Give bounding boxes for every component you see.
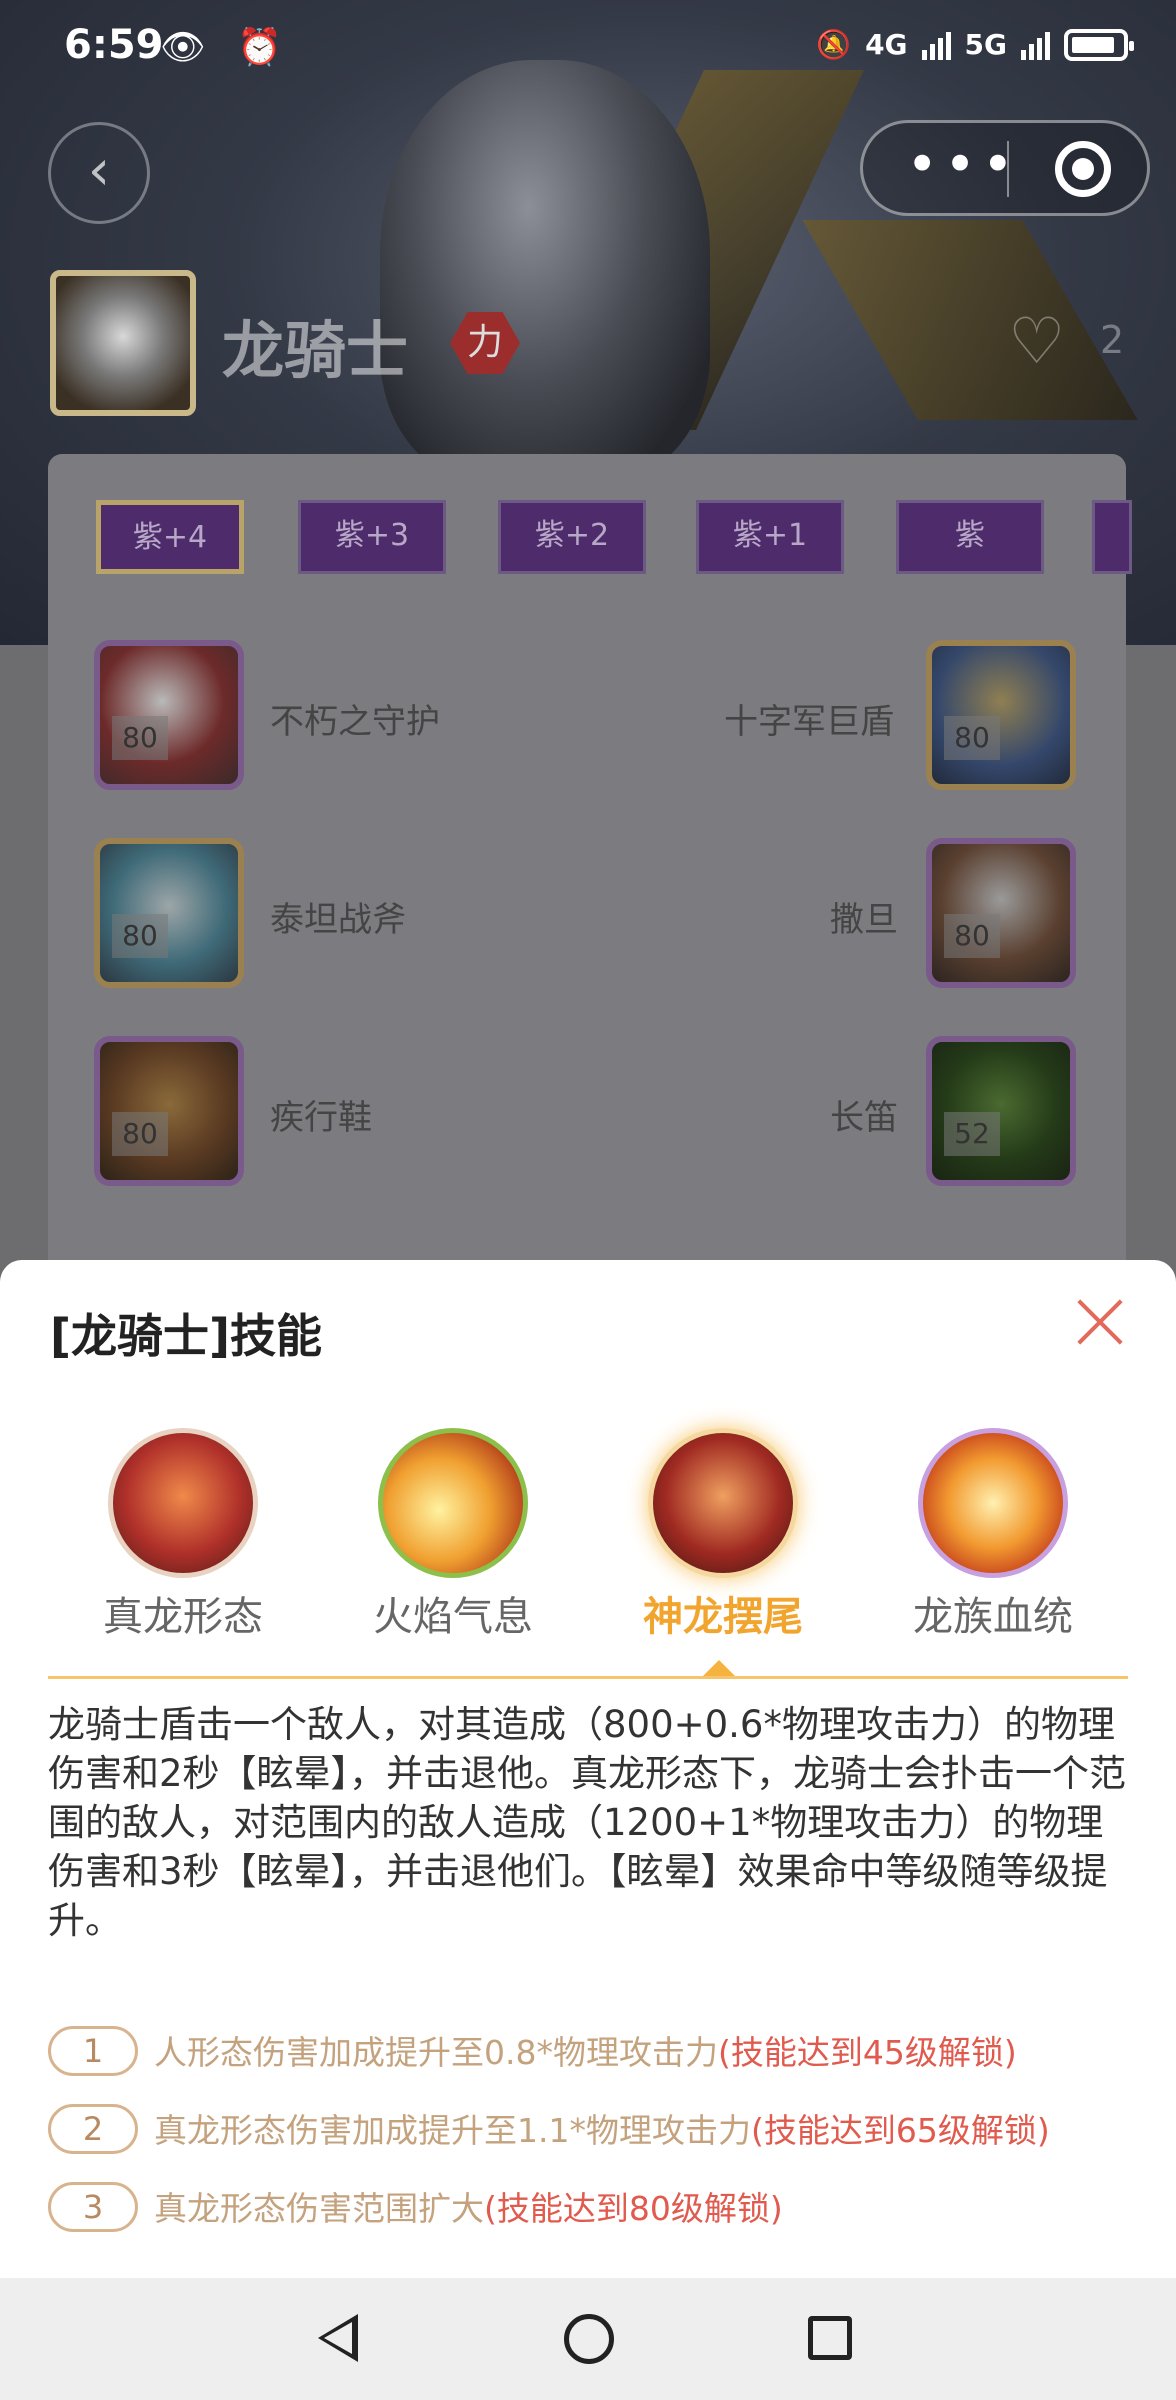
unlock-row: 1 人形态伤害加成提升至0.8*物理攻击力(技能达到45级解锁) <box>48 2020 1148 2076</box>
sheet-title: [龙骑士]技能 <box>50 1309 323 1363</box>
skill-bottom-sheet: [龙骑士]技能 真龙形态 火焰气息 神龙摆尾 龙族血统 龙骑士盾击一个敌人，对其… <box>0 1260 1176 2278</box>
skill-tab-true-dragon[interactable]: 真龙形态 <box>68 1428 298 1640</box>
grade-tab[interactable]: 紫+4 <box>96 500 244 574</box>
miniprogram-capsule: ••• <box>860 120 1150 216</box>
skill-description: 龙骑士盾击一个敌人，对其造成（800+0.6*物理攻击力）的物理伤害和2秒【眩晕… <box>48 1703 1127 1942</box>
hero-art-wing <box>802 220 1138 420</box>
battery-icon <box>1064 28 1134 61</box>
capsule-divider <box>1007 141 1009 197</box>
skill-tab-dragon-blood[interactable]: 龙族血统 <box>878 1428 1108 1640</box>
unlock-effect: 真龙形态伤害范围扩大 <box>154 2189 484 2228</box>
equipment-level: 80 <box>944 914 1000 958</box>
grade-tab[interactable]: 紫 <box>896 500 1044 574</box>
square-recent-icon[interactable] <box>808 2316 852 2360</box>
unlock-row: 3 真龙形态伤害范围扩大(技能达到80级解锁) <box>48 2176 1148 2232</box>
skill-tabs-divider <box>48 1676 1128 1679</box>
grade-tab[interactable]: 紫+2 <box>498 500 646 574</box>
equipment-name: 不朽之守护 <box>270 702 440 742</box>
equipment-name: 长笛 <box>830 1098 898 1138</box>
unlock-text: 真龙形态伤害加成提升至1.1*物理攻击力(技能达到65级解锁) <box>154 2104 1050 2152</box>
skill-tab-dragon-tail[interactable]: 神龙摆尾 <box>608 1428 838 1640</box>
network-5g-label: 5G <box>964 28 1007 61</box>
unlock-text: 人形态伤害加成提升至0.8*物理攻击力(技能达到45级解锁) <box>154 2026 1017 2074</box>
unlock-requirement: (技能达到45级解锁) <box>717 2033 1017 2072</box>
mute-bell-icon: 🔕 <box>816 28 852 61</box>
unlock-effect: 人形态伤害加成提升至0.8*物理攻击力 <box>154 2033 718 2072</box>
close-icon[interactable] <box>1074 1296 1126 1348</box>
system-nav-bar <box>0 2278 1176 2400</box>
status-time: 6:59 <box>64 22 164 68</box>
equipment-name: 十字军巨盾 <box>724 702 894 742</box>
signal-icon <box>1021 30 1050 60</box>
equipment-level: 80 <box>944 716 1000 760</box>
hero-avatar <box>50 270 196 416</box>
status-eye-alarm-icon: 👁 ⏰ <box>160 27 292 68</box>
unlock-requirement: (技能达到65级解锁) <box>750 2111 1050 2150</box>
circle-home-icon[interactable] <box>564 2314 614 2364</box>
grade-tab[interactable]: 紫+3 <box>298 500 446 574</box>
equipment-name: 泰坦战斧 <box>270 900 406 940</box>
more-dots-icon[interactable]: ••• <box>903 123 1023 213</box>
equipment-level: 80 <box>112 914 168 958</box>
back-button[interactable]: ‹ <box>48 122 150 224</box>
equipment-icon[interactable]: 80 <box>926 640 1076 790</box>
unlock-text: 真龙形态伤害范围扩大(技能达到80级解锁) <box>154 2182 783 2230</box>
active-tab-pointer <box>703 1660 735 1676</box>
dragon-blood-icon <box>918 1428 1068 1578</box>
unlock-number: 3 <box>48 2182 138 2232</box>
equipment-level: 52 <box>944 1112 1000 1156</box>
target-icon[interactable] <box>1055 141 1111 197</box>
equipment-icon[interactable]: 80 <box>94 1036 244 1186</box>
grade-tabs: 紫+4 紫+3 紫+2 紫+1 紫 <box>50 500 1176 574</box>
grade-tab-partial[interactable] <box>1092 500 1132 574</box>
triangle-back-icon[interactable] <box>318 2314 358 2362</box>
equipment-level: 80 <box>112 716 168 760</box>
dragon-form-icon <box>108 1428 258 1578</box>
hero-art-figure <box>380 60 710 480</box>
equipment-name: 撒旦 <box>830 900 898 940</box>
unlock-number: 2 <box>48 2104 138 2154</box>
unlock-row: 2 真龙形态伤害加成提升至1.1*物理攻击力(技能达到65级解锁) <box>48 2098 1148 2154</box>
equipment-name: 疾行鞋 <box>270 1098 372 1138</box>
status-right-icons: 🔕 4G 5G <box>816 28 1134 61</box>
like-count: 2 <box>1100 318 1125 362</box>
equipment-level: 80 <box>112 1112 168 1156</box>
skill-label: 神龙摆尾 <box>643 1594 803 1640</box>
unlock-number: 1 <box>48 2026 138 2076</box>
unlock-effect: 真龙形态伤害加成提升至1.1*物理攻击力 <box>154 2111 751 2150</box>
status-bar: 6:59 👁 ⏰ 🔕 4G 5G <box>0 0 1176 100</box>
grade-tab[interactable]: 紫+1 <box>696 500 844 574</box>
equipment-icon[interactable]: 80 <box>94 838 244 988</box>
skill-label: 龙族血统 <box>913 1594 1073 1640</box>
equipment-icon[interactable]: 80 <box>926 838 1076 988</box>
equipment-icon[interactable]: 80 <box>94 640 244 790</box>
skill-label: 火焰气息 <box>373 1594 533 1640</box>
skill-label: 真龙形态 <box>103 1594 263 1640</box>
skill-tab-fire-breath[interactable]: 火焰气息 <box>338 1428 568 1640</box>
dragon-tail-icon <box>648 1428 798 1578</box>
hero-name: 龙骑士 <box>222 314 409 387</box>
signal-icon <box>921 30 951 60</box>
heart-icon[interactable]: ♡ <box>1008 310 1065 374</box>
fire-breath-icon <box>378 1428 528 1578</box>
unlock-requirement: (技能达到80级解锁) <box>484 2189 783 2228</box>
network-4g-label: 4G <box>865 28 908 61</box>
equipment-icon[interactable]: 52 <box>926 1036 1076 1186</box>
chevron-left-icon: ‹ <box>87 138 111 203</box>
